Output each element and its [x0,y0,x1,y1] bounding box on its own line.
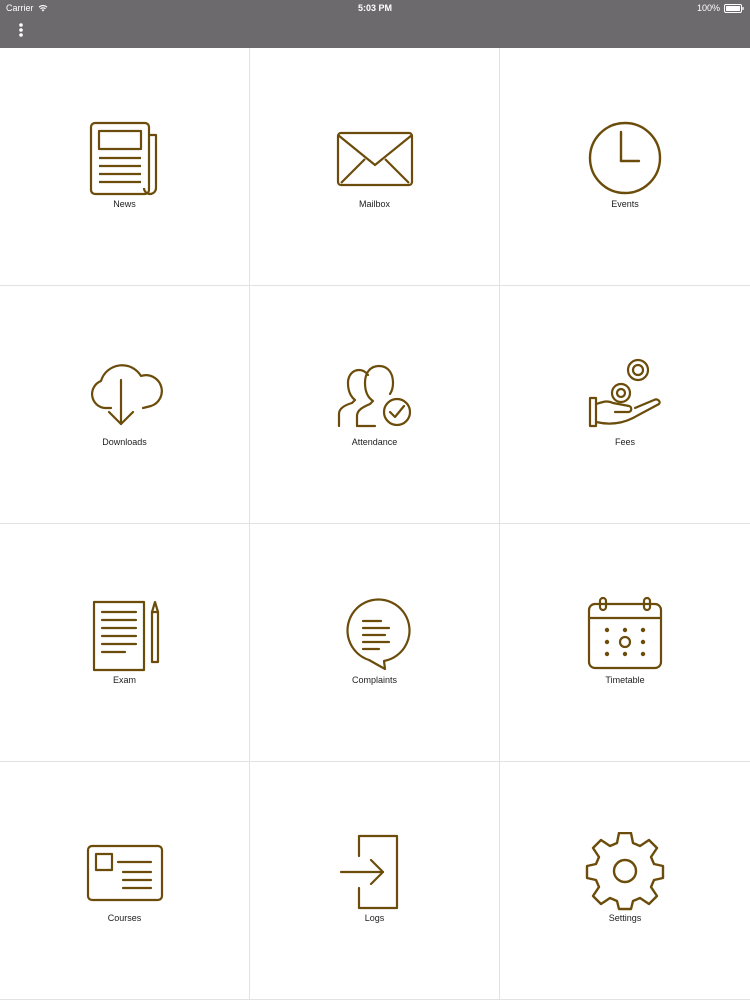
tile-attendance[interactable]: Attendance [250,286,500,524]
battery-icon [724,3,744,13]
cloud-download-icon [85,356,165,436]
calendar-icon [585,594,665,674]
vertical-dots-icon [18,22,24,43]
tile-fees[interactable]: Fees [500,286,750,524]
tile-downloads[interactable]: Downloads [0,286,250,524]
more-menu-button[interactable] [10,20,32,44]
tile-label: Fees [614,437,635,447]
tile-exam[interactable]: Exam [0,524,250,762]
hand-coins-icon [585,356,665,436]
tile-complaints[interactable]: Complaints [250,524,500,762]
tile-logs[interactable]: Logs [250,762,500,1000]
tile-label: Exam [112,675,136,685]
tile-label: Timetable [605,675,645,685]
tile-events[interactable]: Events [500,48,750,286]
envelope-icon [335,118,415,198]
tile-label: Courses [107,913,142,923]
id-card-icon [85,832,165,912]
login-door-icon [335,832,415,912]
status-right: 100% [697,0,744,16]
tile-label: Attendance [351,437,398,447]
tile-news[interactable]: News [0,48,250,286]
tile-timetable[interactable]: Timetable [500,524,750,762]
clock-icon [585,118,665,198]
navigation-bar [0,16,750,48]
exam-paper-pencil-icon [85,594,165,674]
newspaper-icon [85,118,165,198]
tile-label: Mailbox [358,199,390,209]
tile-label: Downloads [102,437,147,447]
tile-label: Events [611,199,639,209]
speech-bubble-icon [335,594,415,674]
dashboard-grid: News Mailbox Events Downloads Attendance… [0,48,750,1000]
tile-settings[interactable]: Settings [500,762,750,1000]
tile-label: Logs [364,913,385,923]
status-bar: Carrier 5:03 PM 100% [0,0,750,16]
tile-courses[interactable]: Courses [0,762,250,1000]
tile-label: Settings [608,913,642,923]
status-time: 5:03 PM [357,3,392,13]
users-check-icon [335,356,415,436]
tile-label: Complaints [351,675,398,685]
battery-label: 100% [696,3,720,13]
gear-icon [585,832,665,912]
tile-mailbox[interactable]: Mailbox [250,48,500,286]
tile-label: News [113,199,136,209]
